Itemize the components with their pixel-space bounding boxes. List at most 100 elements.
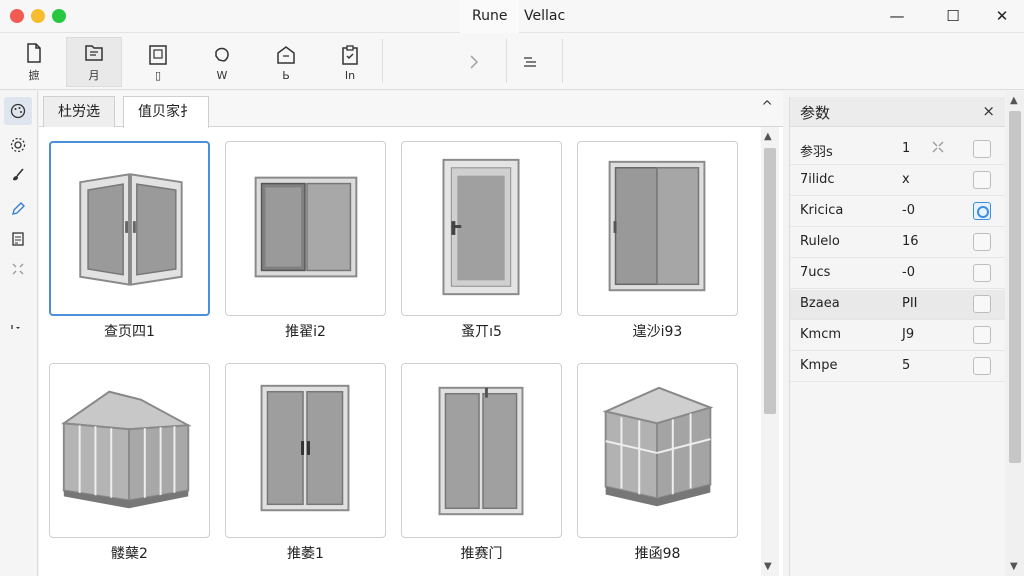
property-checkbox[interactable] — [973, 171, 991, 189]
library-card-sunroom[interactable] — [49, 363, 210, 538]
scroll-up-icon[interactable]: ▲ — [764, 131, 772, 142]
library-card-sunroom-corner[interactable] — [577, 363, 738, 538]
library-caption: 推赛门 — [460, 546, 503, 562]
property-row: 7ilidc x — [790, 166, 1005, 196]
pencil-icon — [12, 202, 25, 215]
properties-scrollbar[interactable]: ▲ ▼ — [1006, 91, 1024, 576]
ribbon-clipboard-label: In — [344, 68, 356, 82]
property-checkbox[interactable] — [973, 140, 991, 158]
ribbon-new-label: 摭 — [28, 69, 40, 82]
library-caption: 推函98 — [634, 546, 681, 562]
tool-brush[interactable] — [4, 161, 32, 189]
ribbon-hand-button[interactable]: W — [194, 37, 250, 87]
minimize-button[interactable]: — — [885, 5, 909, 27]
window-tab-vellac[interactable]: Vellac — [512, 0, 577, 33]
property-row: Kmcm J9 — [790, 321, 1005, 351]
expand-arrows-icon[interactable] — [930, 139, 946, 155]
property-value[interactable]: J9 — [902, 327, 914, 342]
new-file-icon — [27, 43, 41, 63]
ribbon-house-label: Ь — [282, 68, 290, 82]
property-value[interactable]: 5 — [902, 358, 910, 373]
ribbon-open-label: 月 — [88, 69, 100, 82]
library-card-double-door[interactable] — [225, 363, 386, 538]
property-checkbox[interactable] — [973, 357, 991, 375]
tool-document[interactable] — [4, 225, 32, 253]
ribbon-separator — [562, 39, 563, 83]
property-checkbox[interactable] — [973, 295, 991, 313]
ribbon-separator — [382, 39, 383, 83]
zoom-dot[interactable] — [52, 9, 66, 23]
property-row-highlighted: Bzaea PII — [790, 290, 1005, 320]
tool-palette[interactable] — [4, 97, 32, 125]
properties-scroll-thumb[interactable] — [1009, 111, 1021, 463]
property-checkbox[interactable] — [973, 233, 991, 251]
more-icon — [11, 325, 20, 329]
property-name: Kmcm — [800, 327, 841, 342]
tool-pencil[interactable] — [4, 195, 32, 223]
collapse-button[interactable]: ^ — [761, 99, 773, 115]
ribbon-align-button[interactable] — [502, 37, 558, 87]
property-value[interactable]: -0 — [902, 203, 915, 218]
close-button[interactable]: ✕ — [990, 5, 1014, 27]
scroll-down-icon[interactable]: ▼ — [1010, 561, 1018, 572]
property-row: Kmpe 5 — [790, 352, 1005, 382]
tab-library-2[interactable]: 值贝家扌 — [123, 96, 209, 128]
sliding-window-icon — [254, 176, 358, 278]
ribbon-new-button[interactable]: 摭 — [6, 37, 62, 87]
properties-close-button[interactable]: × — [982, 102, 995, 120]
chevron-right-icon — [470, 55, 479, 69]
property-value[interactable]: x — [902, 172, 910, 187]
property-value[interactable]: PII — [902, 296, 918, 311]
library-scroll-thumb[interactable] — [764, 148, 776, 414]
library-card-sliding-door[interactable] — [577, 141, 738, 316]
title-bar: Rune Vellac — ☐ ✕ — [0, 0, 1024, 33]
house-icon — [277, 45, 295, 64]
library-card-casement-window[interactable] — [49, 141, 210, 316]
clipboard-check-icon — [342, 44, 358, 65]
frame-icon — [149, 44, 167, 65]
ribbon-next-button[interactable] — [445, 37, 501, 87]
ribbon-house-button[interactable]: Ь — [258, 37, 314, 87]
ribbon-open-button[interactable]: 月 — [66, 37, 122, 87]
library-card-single-door[interactable] — [401, 141, 562, 316]
tool-settings[interactable] — [4, 131, 32, 159]
tool-arrows[interactable] — [4, 255, 32, 283]
property-value[interactable]: 16 — [902, 234, 919, 249]
double-door-icon — [260, 384, 350, 512]
property-value[interactable]: 1 — [902, 141, 910, 156]
sunroom-icon — [61, 390, 192, 509]
scroll-down-icon[interactable]: ▼ — [764, 561, 772, 572]
properties-header: 参数 × — [790, 97, 1005, 127]
library-grid: 查页四1 推翟i2 蚤丌ı5 遑沙i93 髅蘖2 推萎1 推赛门 推函98 — [49, 139, 761, 569]
property-name: 7ucs — [800, 265, 831, 280]
property-value[interactable]: -0 — [902, 265, 915, 280]
minimize-dot[interactable] — [31, 9, 45, 23]
sliding-door-icon — [608, 160, 706, 292]
library-scrollbar[interactable]: ▲ ▼ — [761, 127, 779, 576]
scroll-up-icon[interactable]: ▲ — [1010, 95, 1018, 106]
property-row: 参羽s 1 — [790, 135, 1005, 165]
hand-icon — [215, 47, 229, 62]
ribbon-clipboard-button[interactable]: In — [322, 37, 378, 87]
maximize-button[interactable]: ☐ — [941, 5, 965, 27]
property-name: Rulelo — [800, 234, 840, 249]
ribbon-toolbar: 摭 月 ▯ W Ь In — [0, 33, 1024, 90]
property-checkbox[interactable] — [973, 264, 991, 282]
library-card-sliding-window[interactable] — [225, 141, 386, 316]
arrows-icon — [12, 263, 24, 275]
left-toolbar — [0, 91, 38, 576]
library-tabs: 杜労选 值贝家扌 ^ — [39, 91, 783, 128]
ribbon-frame-label: ▯ — [154, 68, 162, 82]
property-checkbox-checked[interactable] — [973, 202, 991, 220]
ribbon-frame-button[interactable]: ▯ — [130, 37, 186, 87]
property-checkbox[interactable] — [973, 326, 991, 344]
properties-panel: 参数 × 参羽s 1 7ilidc x Kricica -0 Rulelo 16… — [789, 97, 1005, 576]
window-tab-rune[interactable]: Rune — [460, 0, 520, 33]
library-caption: 推翟i2 — [285, 324, 326, 340]
palette-icon — [10, 103, 26, 119]
tool-more[interactable] — [4, 313, 32, 341]
single-door-icon — [442, 158, 520, 296]
close-dot[interactable] — [10, 9, 24, 23]
library-card-double-door-tall[interactable] — [401, 363, 562, 538]
tab-library-1[interactable]: 杜労选 — [43, 96, 115, 127]
